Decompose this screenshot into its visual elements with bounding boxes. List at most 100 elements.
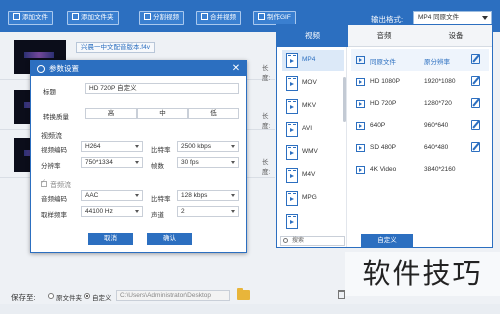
video-file-icon: [286, 76, 298, 91]
tab-device[interactable]: 设备: [420, 25, 492, 47]
video-file-icon: [286, 53, 298, 68]
format-item[interactable]: M4V: [282, 165, 344, 186]
video-file-icon: [286, 145, 298, 160]
video-icon: [356, 56, 365, 64]
format-item[interactable]: MPG: [282, 188, 344, 209]
quality-high-button[interactable]: 高: [85, 108, 137, 119]
preset-row[interactable]: SD 480P 640*480: [351, 137, 489, 159]
format-panel: 视频 音频 设备 MP4 MOV MKV AVI WMV M4V MPG 搜索 …: [276, 24, 493, 248]
folder-icon: [72, 13, 79, 20]
length-label: 长度:: [262, 159, 271, 176]
format-item[interactable]: MP4: [282, 50, 344, 71]
video-icon: [356, 166, 365, 174]
chevron-down-icon: [135, 145, 139, 148]
chevron-down-icon: [135, 161, 139, 164]
resolution-select[interactable]: 750*1334: [81, 157, 143, 168]
format-item[interactable]: MKV: [282, 96, 344, 117]
gif-icon: [258, 13, 265, 20]
title-label: 标题: [43, 89, 56, 96]
preset-resolution: 3840*2160: [424, 166, 456, 173]
edit-icon[interactable]: [471, 120, 480, 130]
folder-icon[interactable]: [237, 288, 250, 300]
video-bitrate-label: 比特率: [151, 147, 171, 154]
original-folder-radio[interactable]: [48, 293, 54, 299]
save-path-input[interactable]: C:\Users\Administrator\Desktop: [116, 290, 230, 301]
quality-low-button[interactable]: 低: [188, 108, 239, 119]
tab-video[interactable]: 视频: [277, 25, 348, 47]
edit-icon[interactable]: [471, 76, 480, 86]
video-file-icon: [286, 99, 298, 114]
audio-stream-checkbox[interactable]: [41, 178, 47, 187]
trash-icon[interactable]: [338, 290, 345, 299]
video-icon: [356, 122, 365, 130]
make-gif-button[interactable]: 制作GIF: [253, 11, 296, 25]
title-input[interactable]: HD 720P 自定义: [85, 83, 239, 94]
watermark: 软件技巧: [345, 252, 500, 296]
add-folder-button[interactable]: 添加文件夹: [67, 11, 119, 25]
length-label: 长度:: [262, 113, 271, 130]
preset-resolution: 1280*720: [424, 100, 452, 107]
preset-row[interactable]: 4K Video 3840*2160: [351, 159, 489, 181]
format-item[interactable]: MOV: [282, 73, 344, 94]
resolution-value: 750*1334: [85, 159, 113, 166]
custom-folder-radio[interactable]: [84, 293, 90, 299]
preset-name: HD 1080P: [370, 78, 400, 85]
add-file-label: 添加文件: [22, 14, 48, 21]
format-name: AVI: [302, 125, 312, 132]
edit-icon[interactable]: [471, 142, 480, 152]
channel-value: 2: [181, 208, 185, 215]
format-item[interactable]: AVI: [282, 119, 344, 140]
format-list-scrollbar[interactable]: [343, 77, 346, 122]
sample-rate-select[interactable]: 44100 Hz: [81, 206, 143, 217]
preset-name: 640P: [370, 122, 386, 129]
close-icon[interactable]: ✕: [230, 61, 242, 76]
make-gif-label: 制作GIF: [267, 14, 291, 21]
original-folder-label: 原文件夹: [56, 295, 82, 302]
video-codec-select[interactable]: H264: [81, 141, 143, 152]
channel-label: 声道: [151, 212, 164, 219]
merge-video-button[interactable]: 合并视频: [196, 11, 241, 25]
merge-icon: [201, 13, 208, 20]
custom-preset-button[interactable]: 自定义: [361, 234, 413, 247]
video-file-icon: [286, 168, 298, 183]
cancel-button[interactable]: 取消: [88, 233, 133, 245]
chevron-down-icon: [231, 210, 235, 213]
format-item[interactable]: WMV: [282, 142, 344, 163]
format-list: MP4 MOV MKV AVI WMV M4V MPG: [277, 47, 347, 247]
audio-codec-select[interactable]: AAC: [81, 190, 143, 201]
edit-icon[interactable]: [471, 54, 480, 64]
fps-value: 30 fps: [181, 159, 199, 166]
merge-video-label: 合并视频: [210, 14, 236, 21]
format-search-input[interactable]: 搜索: [280, 236, 345, 246]
video-bitrate-select[interactable]: 2500 kbps: [177, 141, 239, 152]
preset-row[interactable]: HD 1080P 1920*1080: [351, 71, 489, 93]
preset-name: SD 480P: [370, 144, 397, 151]
tab-audio[interactable]: 音频: [348, 25, 420, 47]
preset-row[interactable]: 同原文件 原分辨率: [351, 49, 489, 71]
sample-rate-value: 44100 Hz: [85, 208, 113, 215]
file-name[interactable]: 兴晨一中文配音版本.f4v: [76, 42, 155, 53]
edit-icon[interactable]: [471, 98, 480, 108]
split-video-button[interactable]: 分割视频: [139, 11, 184, 25]
plus-icon: [13, 13, 20, 20]
add-file-button[interactable]: 添加文件: [8, 11, 53, 25]
output-format-select[interactable]: MP4 同原文件: [413, 11, 492, 25]
fps-label: 帧数: [151, 163, 164, 170]
gear-icon: [37, 65, 45, 73]
fps-select[interactable]: 30 fps: [177, 157, 239, 168]
audio-bitrate-select[interactable]: 128 kbps: [177, 190, 239, 201]
parameter-settings-dialog: 参数设置 ✕ 标题 HD 720P 自定义 转换质量 高 中 低 视频流 视频编…: [30, 60, 247, 253]
preset-name: HD 720P: [370, 100, 397, 107]
format-item[interactable]: [282, 211, 344, 232]
chevron-down-icon: [135, 210, 139, 213]
preset-name: 4K Video: [370, 166, 397, 173]
preset-row[interactable]: HD 720P 1280*720: [351, 93, 489, 115]
quality-medium-button[interactable]: 中: [137, 108, 188, 119]
search-icon: [283, 238, 288, 243]
confirm-button[interactable]: 确认: [147, 233, 192, 245]
video-stream-heading: 视频流: [41, 133, 62, 140]
preset-row[interactable]: 640P 960*640: [351, 115, 489, 137]
channel-select[interactable]: 2: [177, 206, 239, 217]
split-video-label: 分割视频: [153, 14, 179, 21]
format-name: MP4: [302, 56, 316, 63]
